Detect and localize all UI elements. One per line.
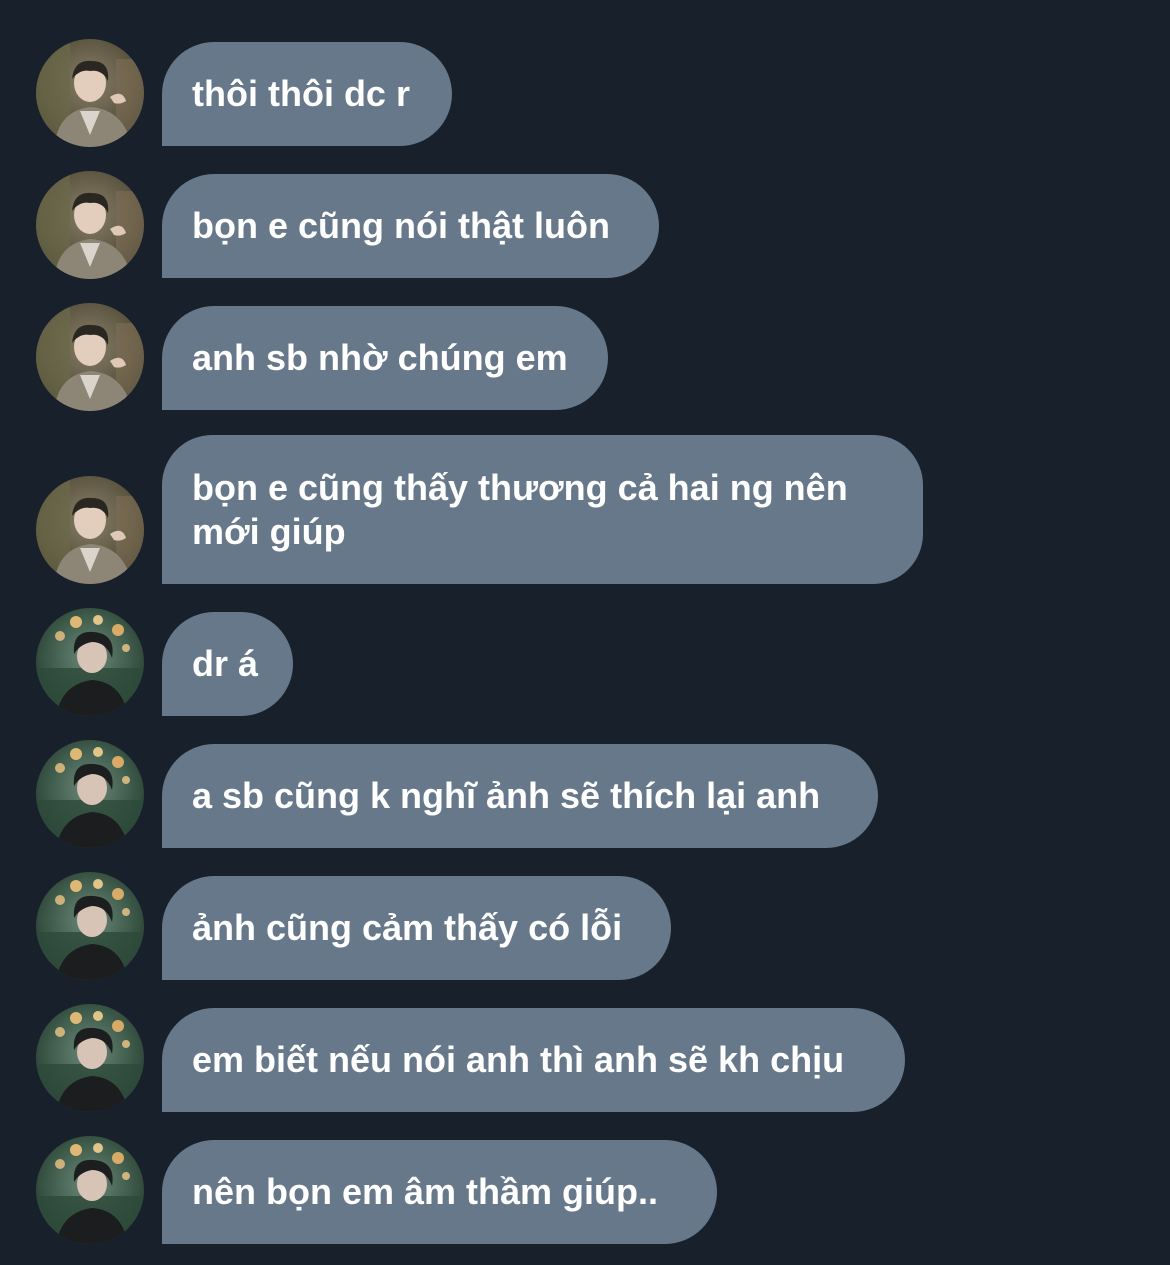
profile-photo-icon [36, 171, 144, 279]
message-bubble[interactable]: thôi thôi dc r [162, 42, 452, 146]
profile-photo-icon [36, 303, 144, 411]
avatar[interactable] [36, 1136, 144, 1244]
profile-photo-icon [36, 476, 144, 584]
profile-photo-icon [36, 1004, 144, 1112]
profile-photo-icon [36, 1136, 144, 1244]
message-bubble[interactable]: nên bọn em âm thầm giúp.. [162, 1140, 717, 1244]
avatar[interactable] [36, 171, 144, 279]
message-bubble[interactable]: a sb cũng k nghĩ ảnh sẽ thích lại anh [162, 744, 878, 848]
avatar[interactable] [36, 476, 144, 584]
profile-photo-icon [36, 608, 144, 716]
avatar[interactable] [36, 39, 144, 147]
message-bubble[interactable]: bọn e cũng nói thật luôn [162, 174, 659, 278]
profile-photo-icon [36, 872, 144, 980]
avatar[interactable] [36, 303, 144, 411]
message-bubble[interactable]: em biết nếu nói anh thì anh sẽ kh chịu [162, 1008, 905, 1112]
message-bubble[interactable]: anh sb nhờ chúng em [162, 306, 608, 410]
profile-photo-icon [36, 740, 144, 848]
message-bubble[interactable]: bọn e cũng thấy thương cả hai ng nên mới… [162, 435, 923, 584]
message-bubble[interactable]: ảnh cũng cảm thấy có lỗi [162, 876, 671, 980]
avatar[interactable] [36, 872, 144, 980]
message-bubble[interactable]: dr á [162, 612, 293, 716]
avatar[interactable] [36, 1004, 144, 1112]
profile-photo-icon [36, 39, 144, 147]
avatar[interactable] [36, 740, 144, 848]
avatar[interactable] [36, 608, 144, 716]
